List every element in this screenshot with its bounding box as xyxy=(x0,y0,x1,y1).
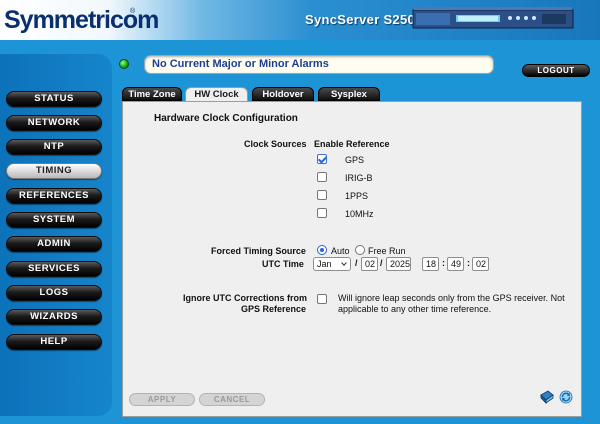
1pps-label: 1PPS xyxy=(345,191,369,201)
sidebar-item-admin[interactable]: ADMIN xyxy=(6,236,102,252)
tab-time-zone[interactable]: Time Zone xyxy=(122,87,182,101)
clock-sources-label: Clock Sources xyxy=(244,139,307,149)
ignore-utc-description-line2: applicable to any other time reference. xyxy=(338,304,492,314)
brand-logo: Symmetricom xyxy=(4,6,159,34)
tab-hw-clock[interactable]: HW Clock xyxy=(185,87,248,102)
sidebar-item-status[interactable]: STATUS xyxy=(6,91,102,107)
utc-month-select[interactable]: Jan xyxy=(313,257,351,271)
sidebar-item-timing[interactable]: TIMING xyxy=(6,163,102,179)
sidebar: STATUS NETWORK NTP TIMING REFERENCES SYS… xyxy=(0,54,112,416)
sidebar-item-help[interactable]: HELP xyxy=(6,334,102,350)
utc-second-field[interactable]: 02 xyxy=(472,257,489,271)
apply-button[interactable]: APPLY xyxy=(129,393,195,406)
utc-month-value: Jan xyxy=(317,259,332,269)
ignore-utc-label-line2: GPS Reference xyxy=(241,304,307,314)
refresh-icon[interactable] xyxy=(559,390,573,404)
10mhz-label: 10MHz xyxy=(345,209,374,219)
utc-minute-field[interactable]: 49 xyxy=(447,257,464,271)
brand-registered-mark: ® xyxy=(130,8,136,15)
tab-sysplex[interactable]: Sysplex xyxy=(318,87,380,101)
auto-radio[interactable] xyxy=(317,245,327,255)
time-separator: : xyxy=(442,258,445,268)
cancel-button[interactable]: CANCEL xyxy=(199,393,265,406)
irig-b-label: IRIG-B xyxy=(345,173,373,183)
sidebar-item-system[interactable]: SYSTEM xyxy=(6,212,102,228)
alarm-status-text: No Current Major or Minor Alarms xyxy=(152,58,329,70)
device-image-icon xyxy=(412,7,574,29)
chevron-down-icon xyxy=(341,260,347,266)
tab-holdover[interactable]: Holdover xyxy=(252,87,314,101)
irig-b-checkbox[interactable] xyxy=(317,172,327,182)
auto-radio-label: Auto xyxy=(331,246,350,256)
hw-clock-panel: Hardware Clock Configuration Clock Sourc… xyxy=(122,101,582,417)
gps-label: GPS xyxy=(345,155,365,165)
time-separator: : xyxy=(467,258,470,268)
1pps-checkbox[interactable] xyxy=(317,190,327,200)
sidebar-item-services[interactable]: SERVICES xyxy=(6,261,102,277)
date-separator: / xyxy=(355,258,358,268)
sidebar-item-wizards[interactable]: WIZARDS xyxy=(6,309,102,325)
header-banner: Symmetricom ® SyncServer S250 xyxy=(0,0,600,40)
product-name: SyncServer S250 xyxy=(305,12,416,27)
ignore-utc-checkbox[interactable] xyxy=(317,294,327,304)
utc-hour-field[interactable]: 18 xyxy=(422,257,439,271)
free-run-radio-label: Free Run xyxy=(368,246,406,256)
utc-year-field[interactable]: 2025 xyxy=(386,257,411,271)
utc-time-label: UTC Time xyxy=(262,259,304,269)
page-title: Hardware Clock Configuration xyxy=(154,113,298,124)
alarm-status-bar: No Current Major or Minor Alarms xyxy=(144,55,494,74)
help-book-icon[interactable] xyxy=(540,390,554,404)
ignore-utc-description-line1: Will ignore leap seconds only from the G… xyxy=(338,293,565,303)
alarm-status-led-icon xyxy=(119,59,129,69)
sidebar-item-logs[interactable]: LOGS xyxy=(6,285,102,301)
free-run-radio[interactable] xyxy=(355,245,365,255)
enable-reference-label: Enable Reference xyxy=(314,139,390,149)
gps-checkbox[interactable] xyxy=(317,154,327,164)
utc-day-field[interactable]: 02 xyxy=(361,257,378,271)
sidebar-item-ntp[interactable]: NTP xyxy=(6,139,102,155)
forced-timing-source-label: Forced Timing Source xyxy=(211,246,306,256)
sidebar-item-references[interactable]: REFERENCES xyxy=(6,188,102,204)
date-separator: / xyxy=(380,258,383,268)
ignore-utc-label-line1: Ignore UTC Corrections from xyxy=(183,293,308,303)
10mhz-checkbox[interactable] xyxy=(317,208,327,218)
logout-button[interactable]: LOGOUT xyxy=(522,64,590,77)
sidebar-item-network[interactable]: NETWORK xyxy=(6,115,102,131)
